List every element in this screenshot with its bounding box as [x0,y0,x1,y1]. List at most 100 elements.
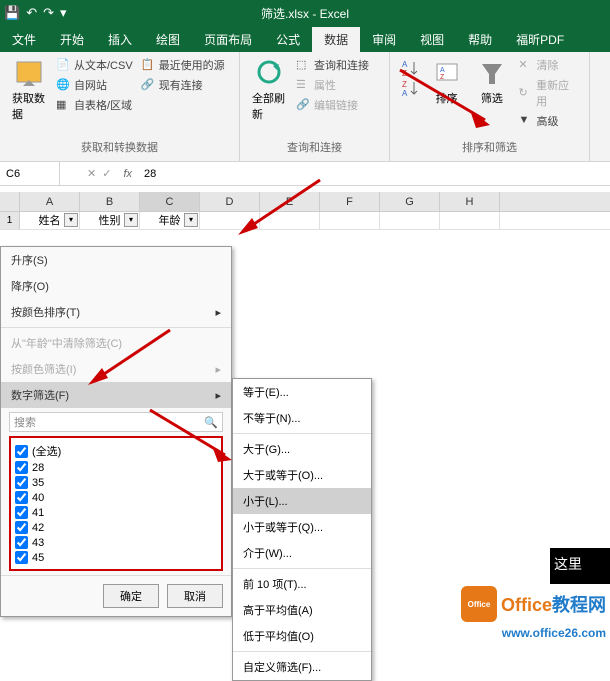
sort-button[interactable]: AZ 排序 [426,56,467,137]
filter-menu: 升序(S) 降序(O) 按颜色排序(T)▸ 从"年龄"中清除筛选(C) 按颜色筛… [0,246,232,617]
filter-search-input[interactable]: 搜索🔍 [9,412,223,432]
svg-text:A: A [402,60,408,69]
number-filter-item[interactable]: 数字筛选(F)▸ [1,382,231,408]
sort-desc-icon[interactable]: ZA [400,78,420,98]
below-avg-item[interactable]: 低于平均值(O) [233,623,371,649]
recent-sources-button[interactable]: 📋最近使用的源 [139,56,227,74]
recent-icon: 📋 [141,58,155,72]
qat-dropdown-icon[interactable]: ▾ [60,5,67,21]
not-equals-item[interactable]: 不等于(N)... [233,405,371,431]
check-item[interactable]: 40 [15,490,217,505]
properties-button: ☰属性 [294,76,371,94]
check-item[interactable]: 35 [15,475,217,490]
col-header-h[interactable]: H [440,192,500,211]
cell-h1[interactable] [440,212,500,229]
cell-f1[interactable] [320,212,380,229]
save-icon[interactable]: 💾 [4,5,20,21]
refresh-all-button[interactable]: 全部刷新 [248,56,290,137]
equals-item[interactable]: 等于(E)... [233,379,371,405]
greater-item[interactable]: 大于(G)... [233,436,371,462]
office-logo-icon: Office [461,586,497,622]
tab-data[interactable]: 数据 [312,27,360,52]
tab-formula[interactable]: 公式 [264,27,312,52]
csv-icon: 📄 [56,58,70,72]
tab-layout[interactable]: 页面布局 [192,27,264,52]
tab-insert[interactable]: 插入 [96,27,144,52]
above-avg-item[interactable]: 高于平均值(A) [233,597,371,623]
window-title: 筛选.xlsx - Excel [261,5,349,22]
cell-d1[interactable] [200,212,260,229]
tab-help[interactable]: 帮助 [456,27,504,52]
svg-text:A: A [440,67,445,74]
watermark: Office Office教程网 [461,586,606,622]
worksheet-grid[interactable]: A B C D E F G H 1 姓名▾ 性别▾ 年龄▾ [0,192,610,230]
check-item[interactable]: 42 [15,520,217,535]
tab-foxit[interactable]: 福昕PDF [504,27,576,52]
cancel-button[interactable]: 取消 [167,584,223,608]
between-item[interactable]: 介于(W)... [233,540,371,566]
filter-dropdown-a[interactable]: ▾ [64,213,78,227]
watermark-url: www.office26.com [502,626,606,640]
redo-icon[interactable]: ↷ [43,5,54,21]
col-header-f[interactable]: F [320,192,380,211]
undo-icon[interactable]: ↶ [26,5,37,21]
tab-file[interactable]: 文件 [0,27,48,52]
col-header-g[interactable]: G [380,192,440,211]
cell-e1[interactable] [260,212,320,229]
col-header-d[interactable]: D [200,192,260,211]
name-box[interactable]: C6 [0,162,60,185]
select-all-corner[interactable] [0,192,20,211]
tab-review[interactable]: 审阅 [360,27,408,52]
reapply-button: ↻重新应用 [516,76,581,110]
table-icon: ▦ [56,98,70,112]
clear-filter-item: 从"年龄"中清除筛选(C) [1,330,231,356]
cell-b1[interactable]: 性别▾ [80,212,140,229]
col-header-b[interactable]: B [80,192,140,211]
advanced-button[interactable]: ▼高级 [516,112,581,130]
svg-text:Z: Z [440,74,445,81]
fx-icon[interactable]: fx [123,168,132,180]
check-item[interactable]: 28 [15,460,217,475]
top10-item[interactable]: 前 10 项(T)... [233,571,371,597]
check-item[interactable]: 45 [15,550,217,565]
get-data-button[interactable]: 获取数据 [8,56,50,137]
get-data-icon [13,58,45,90]
filter-button[interactable]: 筛选 [471,56,512,137]
tab-home[interactable]: 开始 [48,27,96,52]
web-icon: 🌐 [56,78,70,92]
check-item[interactable]: 41 [15,505,217,520]
svg-text:Z: Z [402,80,407,89]
check-item[interactable]: 43 [15,535,217,550]
tab-draw[interactable]: 绘图 [144,27,192,52]
funnel-icon [476,58,508,90]
custom-filter-item[interactable]: 自定义筛选(F)... [233,654,371,680]
row-header-1[interactable]: 1 [0,212,20,229]
refresh-icon [253,58,285,90]
sort-desc-item[interactable]: 降序(O) [1,273,231,299]
col-header-e[interactable]: E [260,192,320,211]
ok-button[interactable]: 确定 [103,584,159,608]
from-web-button[interactable]: 🌐自网站 [54,76,135,94]
col-header-a[interactable]: A [20,192,80,211]
greater-eq-item[interactable]: 大于或等于(O)... [233,462,371,488]
from-table-button[interactable]: ▦自表格/区域 [54,96,135,114]
sort-color-item[interactable]: 按颜色排序(T)▸ [1,299,231,325]
check-item[interactable]: (全选) [15,442,217,460]
cell-g1[interactable] [380,212,440,229]
filter-dropdown-c[interactable]: ▾ [184,213,198,227]
queries-button[interactable]: ⬚查询和连接 [294,56,371,74]
less-item[interactable]: 小于(L)... [233,488,371,514]
existing-conn-button[interactable]: 🔗现有连接 [139,76,227,94]
formula-bar[interactable]: 28 [138,168,162,180]
sort-asc-icon[interactable]: AZ [400,58,420,78]
less-eq-item[interactable]: 小于或等于(Q)... [233,514,371,540]
filter-dropdown-b[interactable]: ▾ [124,213,138,227]
svg-text:A: A [402,89,408,98]
sort-asc-item[interactable]: 升序(S) [1,247,231,273]
col-header-c[interactable]: C [140,192,200,211]
group3-label: 排序和筛选 [398,137,581,157]
cell-a1[interactable]: 姓名▾ [20,212,80,229]
from-csv-button[interactable]: 📄从文本/CSV [54,56,135,74]
cell-c1[interactable]: 年龄▾ [140,212,200,229]
tab-view[interactable]: 视图 [408,27,456,52]
